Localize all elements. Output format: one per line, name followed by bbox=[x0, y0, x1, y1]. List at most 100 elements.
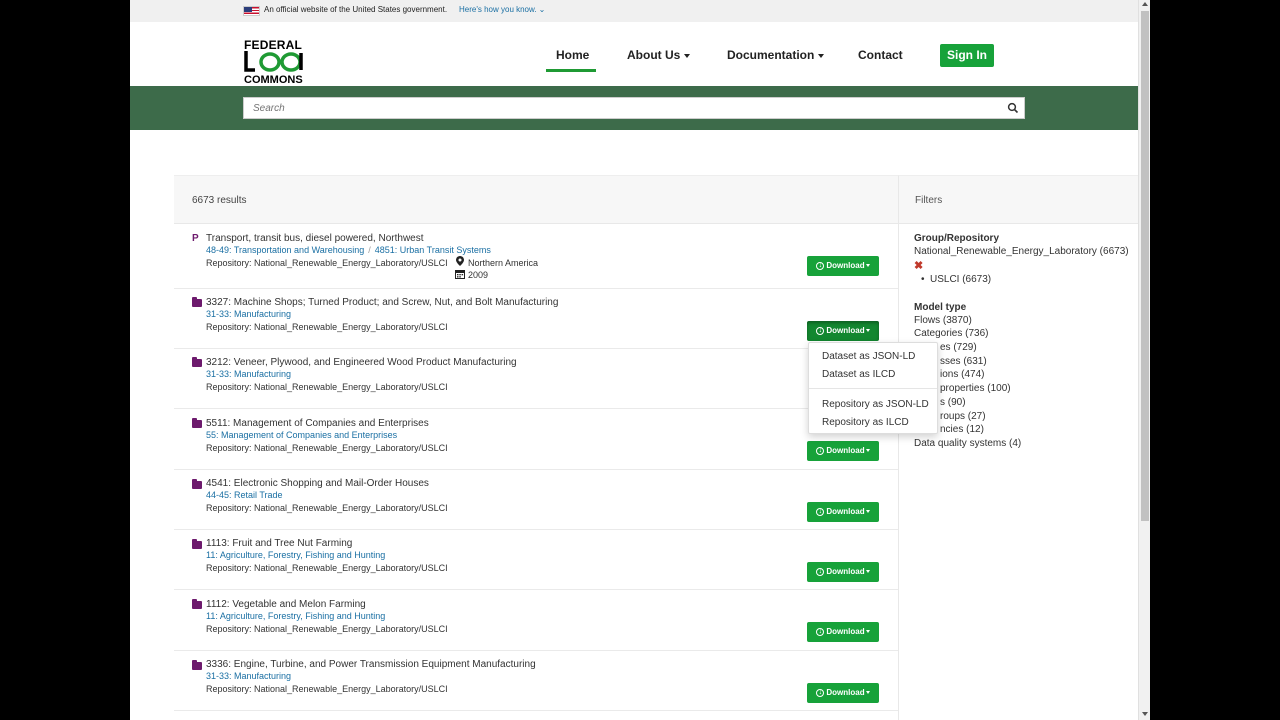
filter-group-heading: Group/Repository bbox=[914, 233, 1000, 244]
scroll-thumb[interactable] bbox=[1141, 11, 1149, 521]
caret-down-icon bbox=[684, 53, 691, 58]
caret-down-icon bbox=[865, 691, 870, 695]
filter-model-item[interactable]: properties (100) bbox=[940, 383, 1011, 394]
folder-icon bbox=[192, 660, 202, 670]
caret-down-icon bbox=[818, 53, 825, 58]
download-circle-icon: ↓ bbox=[816, 507, 825, 516]
result-item: 3212: Veneer, Plywood, and Engineered Wo… bbox=[174, 349, 898, 409]
download-button[interactable]: ↓ Download bbox=[807, 441, 879, 461]
remove-filter-icon[interactable]: ✖ bbox=[914, 259, 923, 272]
category-link[interactable]: 31-33: Manufacturing bbox=[206, 369, 291, 379]
menu-repository-jsonld[interactable]: Repository as JSON-LD bbox=[822, 399, 929, 410]
scroll-down-arrow-icon[interactable] bbox=[1142, 712, 1148, 716]
category-separator: / bbox=[368, 245, 371, 255]
caret-down-icon bbox=[865, 449, 870, 453]
how-you-know-link[interactable]: Here's how you know. ⌄ bbox=[459, 5, 545, 14]
nav-about-us[interactable]: About Us bbox=[627, 48, 691, 62]
lca-logo-icon bbox=[244, 51, 303, 72]
result-repository: Repository: National_Renewable_Energy_La… bbox=[206, 322, 448, 332]
caret-down-icon bbox=[865, 510, 870, 514]
result-title[interactable]: 3327: Machine Shops; Turned Product; and… bbox=[206, 297, 558, 308]
result-title[interactable]: Transport, transit bus, diesel powered, … bbox=[206, 233, 424, 244]
search-icon[interactable] bbox=[1007, 102, 1019, 114]
result-location: Northern America bbox=[468, 258, 539, 268]
scroll-up-arrow-icon[interactable] bbox=[1142, 2, 1148, 6]
results-count: 6673 results bbox=[192, 195, 247, 206]
menu-repository-ilcd[interactable]: Repository as ILCD bbox=[822, 417, 909, 428]
filter-sub-value[interactable]: USLCI (6673) bbox=[930, 274, 991, 285]
menu-dataset-jsonld[interactable]: Dataset as JSON-LD bbox=[822, 351, 915, 362]
download-button[interactable]: ↓ Download bbox=[807, 502, 879, 522]
folder-icon bbox=[192, 418, 202, 428]
filter-model-item[interactable]: ions (474) bbox=[940, 369, 984, 380]
page-scrollbar[interactable] bbox=[1138, 0, 1150, 720]
chevron-down-icon: ⌄ bbox=[538, 5, 546, 14]
result-category: 48-49: Transportation and Warehousing / 48… bbox=[206, 245, 491, 255]
download-circle-icon: ↓ bbox=[816, 567, 825, 576]
folder-icon bbox=[192, 357, 202, 367]
download-button[interactable]: ↓ Download bbox=[807, 256, 879, 276]
nav-home[interactable]: Home bbox=[556, 48, 589, 62]
logo-line2: COMMONS bbox=[244, 74, 303, 86]
gov-banner: An official website of the United States… bbox=[130, 0, 1138, 22]
filter-model-dq-systems[interactable]: Data quality systems (4) bbox=[914, 438, 1021, 449]
result-title[interactable]: 3212: Veneer, Plywood, and Engineered Wo… bbox=[206, 357, 517, 368]
menu-divider bbox=[809, 388, 937, 389]
folder-icon bbox=[192, 297, 202, 307]
result-title[interactable]: 1113: Fruit and Tree Nut Farming bbox=[206, 538, 352, 549]
result-item: 3336: Engine, Turbine, and Power Transmi… bbox=[174, 651, 898, 711]
category-link[interactable]: 48-49: Transportation and Warehousing bbox=[206, 245, 364, 255]
download-button[interactable]: ↓ Download bbox=[807, 683, 879, 703]
download-button[interactable]: ↓ Download bbox=[807, 622, 879, 642]
search-input[interactable] bbox=[243, 97, 1025, 119]
subcategory-link[interactable]: 4851: Urban Transit Systems bbox=[375, 245, 491, 255]
result-title[interactable]: 3336: Engine, Turbine, and Power Transmi… bbox=[206, 659, 536, 670]
filters-title: Filters bbox=[915, 195, 943, 206]
result-repository: Repository: National_Renewable_Energy_La… bbox=[206, 684, 448, 694]
result-repository: Repository: National_Renewable_Energy_La… bbox=[206, 443, 448, 453]
caret-down-icon bbox=[865, 329, 870, 333]
filter-model-item[interactable]: sses (631) bbox=[940, 356, 987, 367]
filter-model-item[interactable]: es (729) bbox=[940, 342, 977, 353]
result-year: 2009 bbox=[468, 270, 489, 280]
download-circle-icon: ↓ bbox=[816, 261, 825, 270]
category-link[interactable]: 31-33: Manufacturing bbox=[206, 671, 291, 681]
category-link[interactable]: 44-45: Retail Trade bbox=[206, 490, 283, 500]
result-title[interactable]: 4541: Electronic Shopping and Mail-Order… bbox=[206, 478, 429, 489]
category-link[interactable]: 11: Agriculture, Forestry, Fishing and H… bbox=[206, 550, 385, 560]
category-link[interactable]: 31-33: Manufacturing bbox=[206, 309, 291, 319]
folder-icon bbox=[192, 479, 202, 489]
filter-group-value: National_Renewable_Energy_Laboratory (66… bbox=[914, 246, 1129, 257]
category-link[interactable]: 55: Management of Companies and Enterpri… bbox=[206, 430, 397, 440]
result-repository: Repository: National_Renewable_Energy_La… bbox=[206, 382, 448, 392]
nav-contact[interactable]: Contact bbox=[858, 48, 903, 62]
result-repository: Repository: National_Renewable_Energy_La… bbox=[206, 624, 448, 634]
filter-model-item[interactable]: ncies (12) bbox=[940, 424, 984, 435]
filter-model-item[interactable]: s (90) bbox=[940, 397, 966, 408]
result-title[interactable]: 5511: Management of Companies and Enterp… bbox=[206, 418, 429, 429]
category-link[interactable]: 11: Agriculture, Forestry, Fishing and H… bbox=[206, 611, 385, 621]
menu-dataset-ilcd[interactable]: Dataset as ILCD bbox=[822, 369, 895, 380]
result-item: P Transport, transit bus, diesel powered… bbox=[174, 224, 898, 289]
result-repository: Repository: National_Renewable_Energy_La… bbox=[206, 503, 448, 513]
nav-home-active-indicator bbox=[546, 69, 596, 72]
caret-down-icon bbox=[865, 570, 870, 574]
calendar-icon bbox=[455, 270, 465, 279]
download-dropdown-menu: Dataset as JSON-LD Dataset as ILCD Repos… bbox=[808, 342, 938, 434]
search-band bbox=[130, 86, 1138, 130]
filter-model-flows[interactable]: Flows (3870) bbox=[914, 315, 972, 326]
download-label: Download bbox=[826, 688, 865, 697]
page: An official website of the United States… bbox=[130, 0, 1150, 720]
filter-model-categories[interactable]: Categories (736) bbox=[914, 328, 988, 339]
flca-logo[interactable]: FEDERAL COMMONS bbox=[243, 36, 313, 88]
download-button[interactable]: ↓ Download bbox=[807, 562, 879, 582]
caret-down-icon bbox=[865, 630, 870, 634]
result-item: 3327: Machine Shops; Turned Product; and… bbox=[174, 289, 898, 349]
download-button[interactable]: ↓ Download bbox=[807, 321, 879, 341]
filter-model-item[interactable]: roups (27) bbox=[940, 411, 986, 422]
sign-in-button[interactable]: Sign In bbox=[940, 44, 994, 67]
nav-documentation[interactable]: Documentation bbox=[727, 48, 825, 62]
download-label: Download bbox=[826, 326, 865, 335]
result-title[interactable]: 1112: Vegetable and Melon Farming bbox=[206, 599, 366, 610]
result-item: 4541: Electronic Shopping and Mail-Order… bbox=[174, 470, 898, 530]
